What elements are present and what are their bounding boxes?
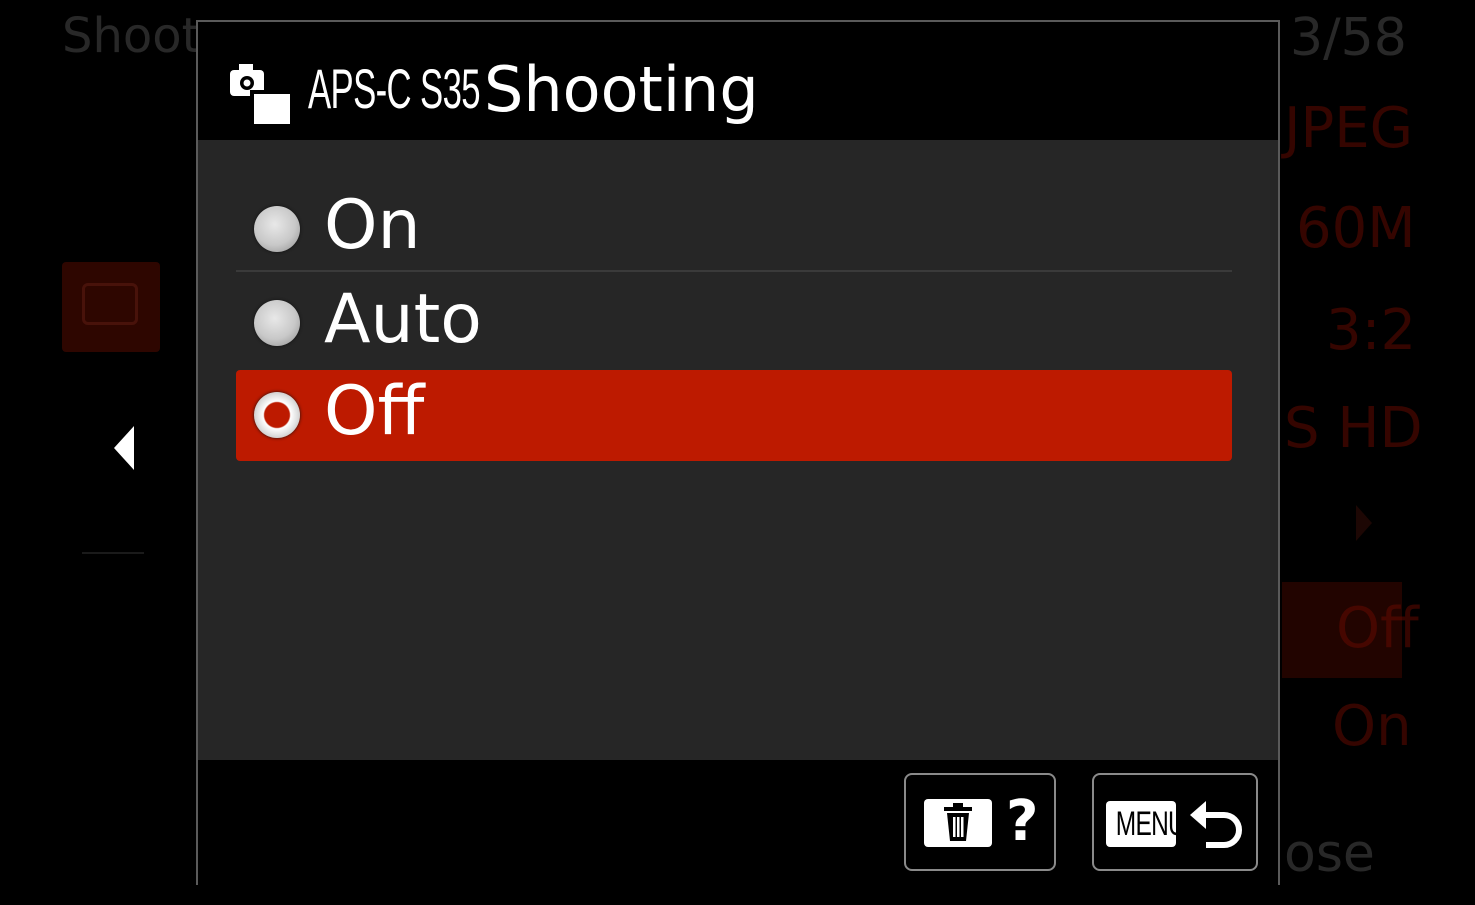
return-arrow-icon xyxy=(1190,801,1242,848)
bg-right-arrow-icon xyxy=(1356,505,1372,541)
radio-auto-icon xyxy=(254,300,300,346)
option-label: On xyxy=(324,186,421,265)
option-label: Auto xyxy=(324,280,482,359)
bg-camera-icon xyxy=(82,283,138,325)
option-auto[interactable]: Auto xyxy=(236,274,1232,366)
camera-aps-c-icon xyxy=(230,64,290,124)
option-on[interactable]: On xyxy=(236,180,1232,272)
dialog-title: Shooting xyxy=(484,53,759,126)
bg-value-apsc: Off xyxy=(1336,596,1419,661)
delete-help-button[interactable]: ? xyxy=(904,773,1056,871)
option-off[interactable]: Off xyxy=(236,370,1232,461)
menu-back-button[interactable]: MENU xyxy=(1092,773,1258,871)
bg-footer-text: ose xyxy=(1284,824,1375,884)
bg-divider xyxy=(82,552,144,554)
dialog-header: APS-C S35 Shooting xyxy=(198,22,1278,140)
bg-page-indicator: 3/58 xyxy=(1290,8,1407,68)
options-list: On Auto Off xyxy=(198,140,1278,760)
bg-menu-title: Shoot xyxy=(62,8,201,64)
trash-icon xyxy=(924,799,992,847)
bg-value-next: On xyxy=(1332,694,1412,759)
bg-value-aspect: 3:2 xyxy=(1326,298,1417,363)
dialog-title-prefix: APS-C S35 xyxy=(308,57,481,120)
dialog-footer: ? MENU xyxy=(198,760,1278,885)
option-label: Off xyxy=(324,372,425,451)
bg-value-size: 60M xyxy=(1296,196,1416,261)
help-question-icon: ? xyxy=(1006,789,1039,854)
aps-c-shooting-dialog: APS-C S35 Shooting On Auto Off ? MENU xyxy=(196,20,1280,885)
bg-value-quality: JPEG xyxy=(1284,96,1414,161)
left-arrow-icon[interactable] xyxy=(114,426,134,470)
bg-value-panorama: S HD xyxy=(1284,396,1423,461)
radio-on-icon xyxy=(254,206,300,252)
radio-off-selected-icon xyxy=(254,392,300,438)
menu-key-label: MENU xyxy=(1115,805,1186,843)
menu-key-icon: MENU xyxy=(1106,801,1186,847)
